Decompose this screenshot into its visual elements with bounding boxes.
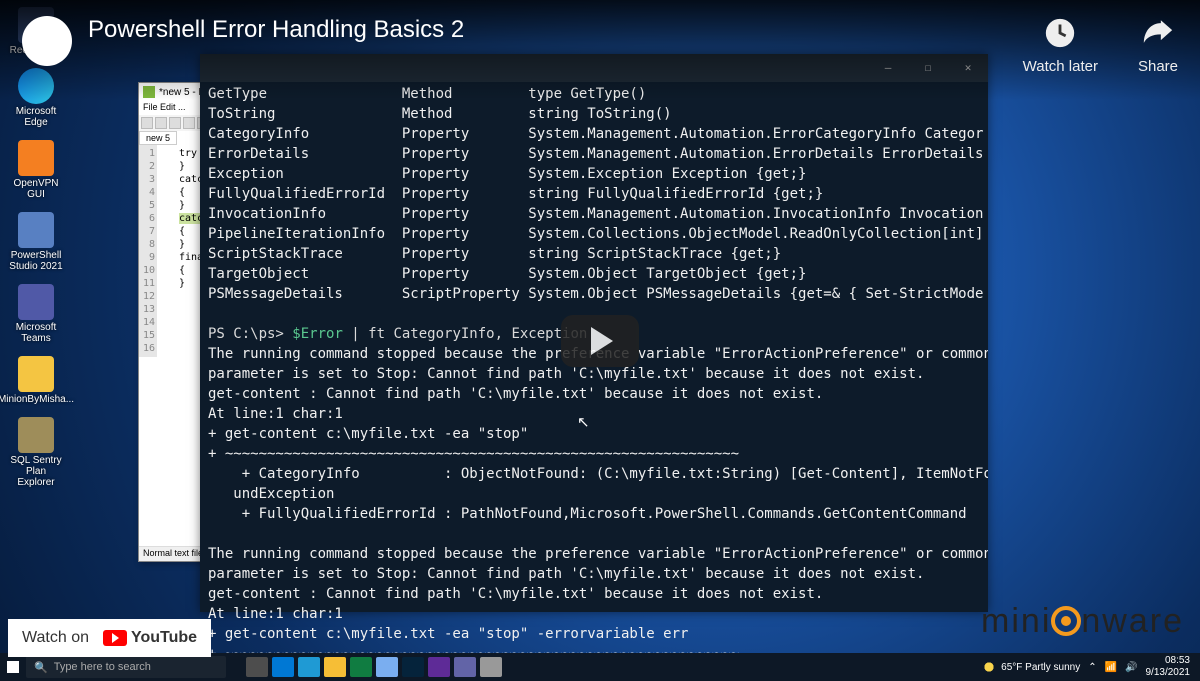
teams-icon[interactable] [454,657,476,677]
search-icon: 🔍 [34,661,48,674]
notepad-gutter: 1 2 3 4 5 6 7 8 9 10 11 12 13 14 15 16 [139,145,157,357]
video-title[interactable]: Powershell Error Handling Basics 2 [88,16,1023,44]
clock-icon [1043,16,1077,50]
weather-text: 65°F Partly sunny [1001,662,1080,673]
play-icon [591,327,613,355]
explorer-icon[interactable] [324,657,346,677]
youtube-actions: Watch later Share [1023,16,1178,75]
clock[interactable]: 08:53 9/13/2021 [1146,655,1191,679]
powershell-icon[interactable] [402,657,424,677]
watch-on-youtube-button[interactable]: Watch on YouTube [8,619,211,657]
system-tray[interactable]: 65°F Partly sunny ⌃ 📶 🔊 08:53 9/13/2021 [971,655,1200,679]
weather-icon [981,659,997,675]
taskbar-search[interactable]: 🔍 Type here to search [26,656,226,678]
app-icon[interactable] [480,657,502,677]
start-button[interactable] [0,654,26,680]
youtube-play-icon [103,630,127,646]
taskbar-apps[interactable] [246,657,971,677]
desktop-icon-ovpn[interactable]: OpenVPN GUI [5,138,67,202]
watch-later-label: Watch later [1023,58,1098,75]
play-button[interactable] [561,315,639,367]
tray-speaker-icon[interactable]: 🔊 [1125,662,1137,673]
share-button[interactable]: Share [1138,16,1178,75]
outlook-icon[interactable] [272,657,294,677]
channel-avatar[interactable] [22,16,72,66]
taskbar[interactable]: 🔍 Type here to search 65°F Partly sunny … [0,653,1200,681]
edge-icon[interactable] [298,657,320,677]
tray-chevron-icon[interactable]: ⌃ [1088,662,1096,673]
search-placeholder: Type here to search [54,661,151,673]
watch-later-button[interactable]: Watch later [1023,16,1098,75]
desktop-icon-sql[interactable]: SQL Sentry Plan Explorer [5,415,67,490]
youtube-logo: YouTube [103,629,197,647]
terminal-output[interactable]: GetType Method type GetType() ToString M… [200,82,988,666]
excel-icon[interactable] [350,657,372,677]
weather-widget[interactable]: 65°F Partly sunny [981,659,1080,675]
brand-logo: mininware [981,602,1184,641]
vs-icon[interactable] [428,657,450,677]
task-view-icon[interactable] [246,657,268,677]
youtube-text: YouTube [131,629,197,647]
tray-network-icon[interactable]: 📶 [1105,662,1117,673]
share-label: Share [1138,58,1178,75]
clock-date: 9/13/2021 [1146,667,1191,679]
watch-on-label: Watch on [22,629,89,647]
notepad-tab[interactable]: new 5 [139,131,177,145]
snagit-icon[interactable] [376,657,398,677]
youtube-top-overlay: Powershell Error Handling Basics 2 Watch… [0,0,1200,100]
share-icon [1141,16,1175,50]
desktop-icon-mbm[interactable]: MinionByMisha... [5,354,67,407]
desktop-icon-teams[interactable]: Microsoft Teams [5,282,67,346]
clock-time: 08:53 [1146,655,1191,667]
desktop-icon-pss[interactable]: PowerShell Studio 2021 [5,210,67,274]
